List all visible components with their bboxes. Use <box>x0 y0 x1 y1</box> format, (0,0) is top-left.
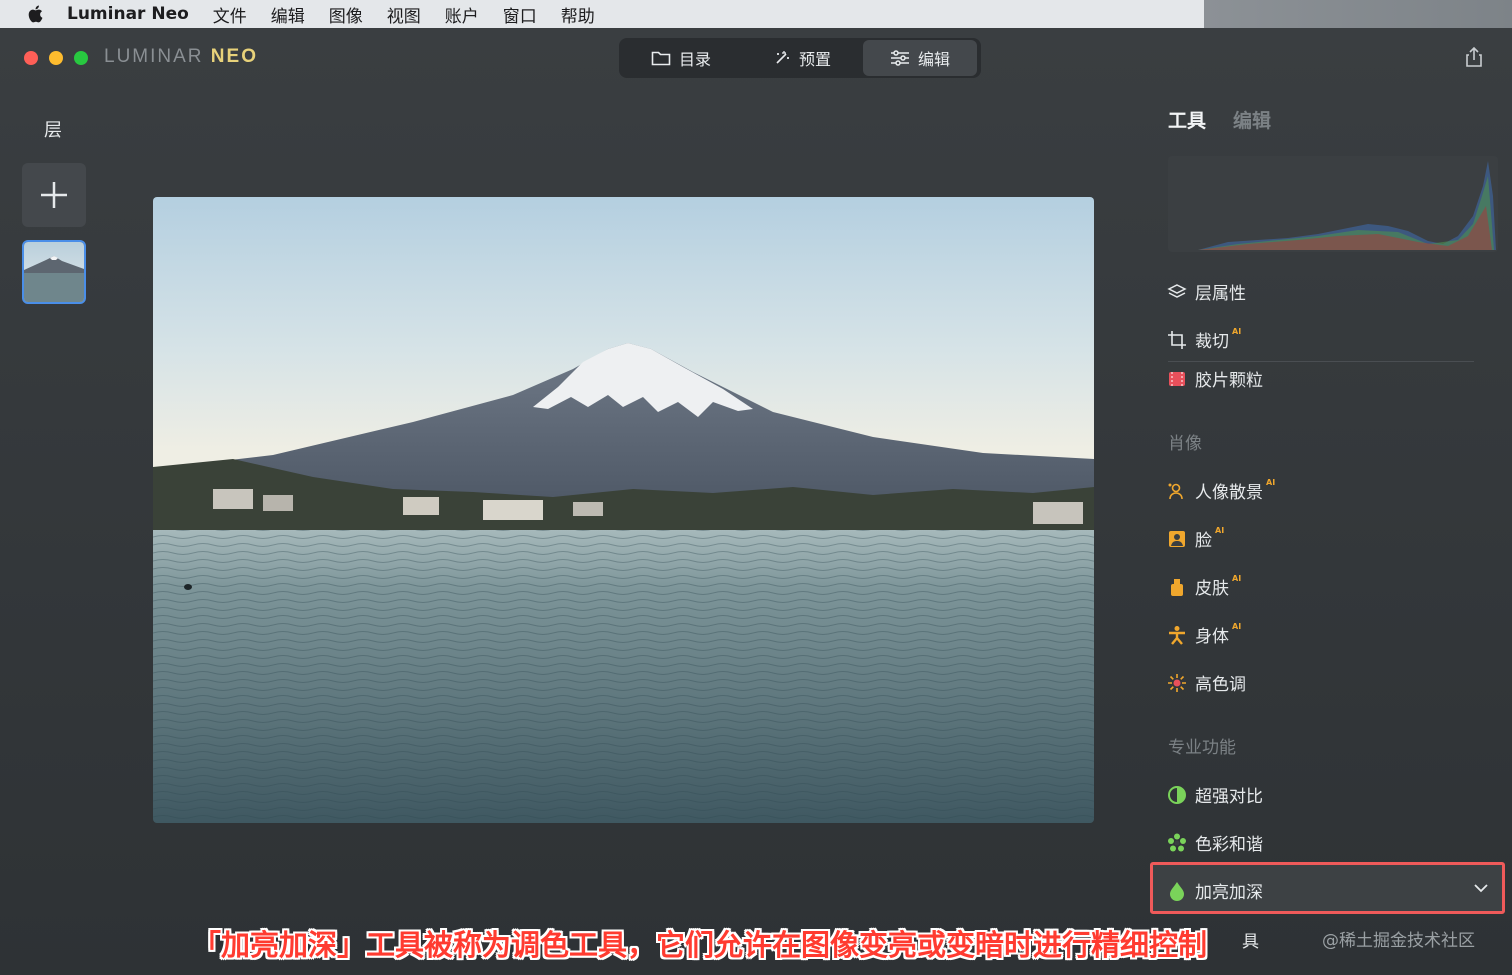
tool-color-harmony[interactable]: 色彩和谐 <box>1167 830 1263 855</box>
tool-label: 身体 <box>1195 627 1229 647</box>
contrast-icon <box>1167 785 1187 805</box>
chevron-down-icon[interactable] <box>1473 882 1489 894</box>
tab-tools[interactable]: 工具 <box>1168 106 1206 133</box>
watermark: @稀土掘金技术社区 <box>1322 931 1475 951</box>
logo-main: LUMINAR <box>104 46 204 67</box>
layers-title: 层 <box>44 120 62 141</box>
minimize-window-button[interactable] <box>49 51 63 65</box>
tab-edits[interactable]: 编辑 <box>1233 106 1271 133</box>
tool-label: 脸 <box>1195 531 1212 551</box>
menubar-status-area <box>1204 0 1512 30</box>
tool-supercontrast[interactable]: 超强对比 <box>1167 782 1263 807</box>
plus-icon <box>41 182 67 208</box>
tool-layer-properties[interactable]: 层属性 <box>1167 279 1246 304</box>
high-key-icon <box>1167 673 1187 693</box>
tool-dodge-burn[interactable]: 加亮加深 <box>1167 878 1489 903</box>
dodge-burn-icon <box>1167 881 1187 901</box>
mode-switcher: 目录 预置 编辑 <box>619 38 981 78</box>
app-window: LUMINAR NEO 目录 预置 编辑 层 工具 编辑 层属性 裁切 AI 胶… <box>0 28 1512 975</box>
panel-divider <box>1168 361 1474 362</box>
tool-label: 加亮加深 <box>1195 883 1263 903</box>
tool-label: 皮肤 <box>1195 579 1229 599</box>
tab-presets-label: 预置 <box>798 50 831 69</box>
menu-help[interactable]: 帮助 <box>561 2 595 27</box>
app-logo: LUMINAR NEO <box>104 46 258 68</box>
tool-crop[interactable]: 裁切 AI <box>1167 327 1241 352</box>
skin-icon <box>1167 577 1187 597</box>
film-icon <box>1167 369 1187 389</box>
layer-thumbnail[interactable] <box>22 240 86 304</box>
tab-edit[interactable]: 编辑 <box>863 40 977 76</box>
menu-file[interactable]: 文件 <box>213 2 247 27</box>
sliders-icon <box>890 50 909 66</box>
layer-thumbnail-image <box>24 242 84 302</box>
menu-account[interactable]: 账户 <box>445 2 479 27</box>
share-icon[interactable] <box>1464 46 1484 68</box>
right-panel-tabs: 工具 编辑 <box>1168 106 1271 133</box>
portrait-bokeh-icon <box>1167 481 1187 501</box>
tab-edit-label: 编辑 <box>917 50 950 69</box>
menu-image[interactable]: 图像 <box>329 2 363 27</box>
close-window-button[interactable] <box>24 51 38 65</box>
tab-catalog-label: 目录 <box>678 50 711 69</box>
histogram-graph <box>1198 161 1496 250</box>
tool-portrait-bokeh[interactable]: 人像散景 AI <box>1167 478 1275 503</box>
title-bar: LUMINAR NEO 目录 预置 编辑 <box>0 28 1512 86</box>
menu-app-name[interactable]: Luminar Neo <box>67 4 189 24</box>
tool-label: 胶片颗粒 <box>1195 371 1263 391</box>
section-portrait: 肖像 <box>1168 434 1202 454</box>
logo-accent: NEO <box>210 46 258 67</box>
ai-badge: AI <box>1232 327 1242 336</box>
annotation-caption: 「加亮加深」工具被称为调色工具，它们允许在图像变亮或变暗时进行精细控制 <box>192 928 1208 962</box>
menu-edit[interactable]: 编辑 <box>271 2 305 27</box>
mount-fuji-lake-image <box>153 197 1094 823</box>
add-layer-button[interactable] <box>22 163 86 227</box>
tool-face[interactable]: 脸 AI <box>1167 526 1224 551</box>
sparkle-icon <box>776 51 789 64</box>
ai-badge: AI <box>1232 574 1242 583</box>
tool-skin[interactable]: 皮肤 AI <box>1167 574 1241 599</box>
color-harmony-icon <box>1167 833 1187 853</box>
partial-tool-label: 具 <box>1242 932 1259 952</box>
main-photo[interactable] <box>153 197 1094 823</box>
tool-label: 人像散景 <box>1195 483 1263 503</box>
ai-badge: AI <box>1266 478 1276 487</box>
crop-icon <box>1167 330 1187 350</box>
layers-icon <box>1167 282 1187 302</box>
tool-label: 高色调 <box>1195 675 1246 695</box>
tool-label: 超强对比 <box>1195 787 1263 807</box>
apple-icon[interactable] <box>25 3 47 25</box>
ai-badge: AI <box>1215 526 1225 535</box>
tab-catalog[interactable]: 目录 <box>621 40 741 76</box>
tool-label: 层属性 <box>1195 284 1246 304</box>
body-icon <box>1167 625 1187 645</box>
zoom-window-button[interactable] <box>74 51 88 65</box>
tool-label: 裁切 <box>1195 332 1229 352</box>
menu-window[interactable]: 窗口 <box>503 2 537 27</box>
menu-bar: Luminar Neo 文件 编辑 图像 视图 账户 窗口 帮助 <box>0 0 1512 30</box>
face-icon <box>1167 529 1187 549</box>
tool-label: 色彩和谐 <box>1195 835 1263 855</box>
tab-presets[interactable]: 预置 <box>741 40 863 76</box>
menu-view[interactable]: 视图 <box>387 2 421 27</box>
tool-body[interactable]: 身体 AI <box>1167 622 1241 647</box>
histogram <box>1168 156 1498 252</box>
folder-icon <box>651 51 671 66</box>
tool-high-key[interactable]: 高色调 <box>1167 670 1246 695</box>
tool-film-grain[interactable]: 胶片颗粒 <box>1167 366 1263 391</box>
ai-badge: AI <box>1232 622 1242 631</box>
section-professional: 专业功能 <box>1168 738 1236 758</box>
